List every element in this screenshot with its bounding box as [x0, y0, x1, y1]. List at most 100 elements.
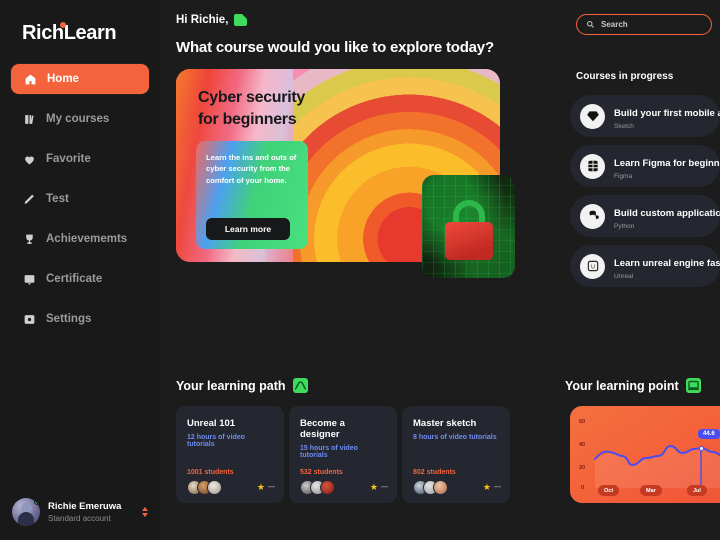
progress-course-name: Learn Figma for beginners — [614, 157, 720, 169]
sidebar-item-label: Achievememts — [46, 233, 128, 245]
svg-text:U: U — [591, 264, 595, 270]
courses-in-progress-title: Courses in progress — [576, 71, 674, 82]
progress-course-text: Learn unreal engine fast Unreal — [614, 253, 720, 280]
course-card-footer: ★ — — [413, 480, 501, 495]
course-card-footer: ★ — — [300, 480, 388, 495]
avatar — [320, 480, 335, 495]
brand-dot-icon — [60, 22, 66, 28]
sidebar-item-settings[interactable]: Settings — [10, 303, 150, 335]
sidebar-item-achievements[interactable]: Achievememts — [10, 223, 150, 255]
sidebar-item-label: Test — [46, 193, 69, 205]
sidebar-item-label: Home — [47, 73, 79, 85]
search-placeholder: Search — [601, 20, 628, 29]
search-icon — [587, 21, 594, 28]
unreal-icon: U — [580, 253, 605, 279]
trophy-icon — [22, 232, 36, 246]
sidebar-item-favorite[interactable]: Favorite — [10, 143, 150, 175]
course-card-list: Unreal 101 12 hours of video tutorials 1… — [176, 406, 510, 503]
rating-value: — — [268, 484, 275, 491]
course-card-rating: ★ — — [257, 483, 275, 492]
sidebar-item-test[interactable]: Test — [10, 183, 150, 215]
star-icon: ★ — [256, 482, 265, 492]
progress-course-item[interactable]: U Learn unreal engine fast Unreal — [570, 245, 720, 287]
learning-path-title: Your learning path — [176, 378, 510, 393]
sidebar-item-certificate[interactable]: Certificate — [10, 263, 150, 295]
avatar — [12, 498, 40, 526]
student-avatar-stack — [187, 480, 222, 495]
learning-point-title-text: Your learning point — [565, 378, 679, 393]
profile-name: Richie Emeruwa — [48, 501, 122, 512]
profile-text: Richie Emeruwa Standard account — [48, 501, 134, 523]
profile-account-type: Standard account — [48, 514, 111, 523]
student-avatar-stack — [300, 480, 335, 495]
progress-course-name: Build custom applications — [614, 207, 720, 219]
search-input[interactable]: Search — [576, 14, 712, 35]
student-avatar-stack — [413, 480, 448, 495]
profile-expand-icon[interactable] — [142, 507, 148, 517]
course-card-title: Master sketch — [413, 418, 477, 429]
progress-course-name: Build your first mobile app — [614, 107, 720, 119]
star-icon: ★ — [369, 482, 378, 492]
course-card-students: 1001 students — [187, 469, 234, 476]
chart-highlight-dot — [698, 445, 704, 451]
sidebar-item-my-courses[interactable]: My courses — [10, 103, 150, 135]
sidebar-item-home[interactable]: Home — [10, 63, 150, 95]
sketch-diamond-icon — [580, 103, 605, 129]
progress-course-tag: Figma — [614, 172, 633, 180]
padlock-photo — [422, 175, 515, 278]
progress-course-item[interactable]: Learn Figma for beginners Figma — [570, 145, 720, 187]
sidebar-item-label: Settings — [46, 313, 92, 325]
hero-info-card: Learn the ins and outs of cyber security… — [196, 141, 308, 249]
learn-more-button[interactable]: Learn more — [206, 218, 290, 240]
sidebar-item-label: My courses — [46, 113, 110, 125]
course-card-title: Become a designer — [300, 418, 345, 440]
learning-point-chart[interactable]: 60 40 20 0 44.6 Oct Mar Jul A — [570, 406, 720, 503]
progress-course-tag: Sketch — [614, 122, 634, 130]
learning-path-title-text: Your learning path — [176, 378, 286, 393]
course-card[interactable]: Master sketch 8 hours of video tutorials… — [402, 406, 510, 503]
course-card[interactable]: Become a designer 15 hours of video tuto… — [289, 406, 397, 503]
progress-course-text: Build custom applications Python — [614, 203, 720, 230]
learning-point-section: Your learning point 60 40 20 0 44.6 Oct — [560, 378, 720, 503]
course-card-subtitle: 15 hours of video tutorials — [300, 445, 358, 459]
course-card-students: 532 students — [300, 469, 343, 476]
course-card-footer: ★ — — [187, 480, 275, 495]
courses-in-progress-list: Build your first mobile app Sketch Learn… — [560, 95, 720, 287]
chart-tooltip: 44.6 — [698, 429, 720, 439]
course-card-rating: ★ — — [370, 483, 388, 492]
books-icon — [22, 112, 36, 126]
rating-value: — — [381, 484, 388, 491]
python-icon — [580, 203, 605, 229]
learning-point-title: Your learning point — [565, 378, 720, 393]
star-icon: ★ — [482, 482, 491, 492]
x-axis-tick: Mar — [640, 485, 662, 496]
chart-increasing-icon — [292, 378, 308, 393]
certificate-icon — [22, 272, 36, 286]
home-icon — [23, 72, 37, 86]
learning-path-section: Your learning path Unreal 101 12 hours o… — [176, 378, 510, 503]
pencil-icon — [22, 192, 36, 206]
progress-course-item[interactable]: Build your first mobile app Sketch — [570, 95, 720, 137]
hero-banner[interactable]: Cyber security for beginners Learn the i… — [176, 69, 515, 278]
course-card-rating: ★ — — [483, 483, 501, 492]
progress-course-text: Build your first mobile app Sketch — [614, 103, 720, 130]
avatar — [433, 480, 448, 495]
sidebar-item-label: Certificate — [46, 273, 103, 285]
progress-course-item[interactable]: Build custom applications Python — [570, 195, 720, 237]
x-axis-tick: Oct — [598, 485, 620, 496]
x-axis-tick: Jul — [687, 485, 707, 496]
course-card-subtitle: 12 hours of video tutorials — [187, 434, 245, 448]
figma-icon — [580, 153, 605, 179]
course-card-subtitle: 8 hours of video tutorials — [413, 434, 497, 441]
sidebar: RichLearn Home My courses Favorite Test … — [0, 0, 160, 540]
hero-title-line-2: for beginners — [198, 111, 297, 129]
course-card[interactable]: Unreal 101 12 hours of video tutorials 1… — [176, 406, 284, 503]
user-profile[interactable]: Richie Emeruwa Standard account — [0, 498, 160, 526]
progress-course-tag: Unreal — [614, 272, 634, 280]
hero-description: Learn the ins and outs of cyber security… — [206, 153, 297, 185]
course-card-students: 802 students — [413, 469, 456, 476]
laptop-icon — [685, 378, 701, 393]
rating-value: — — [494, 484, 501, 491]
heart-icon — [22, 152, 36, 166]
progress-course-text: Learn Figma for beginners Figma — [614, 153, 720, 180]
